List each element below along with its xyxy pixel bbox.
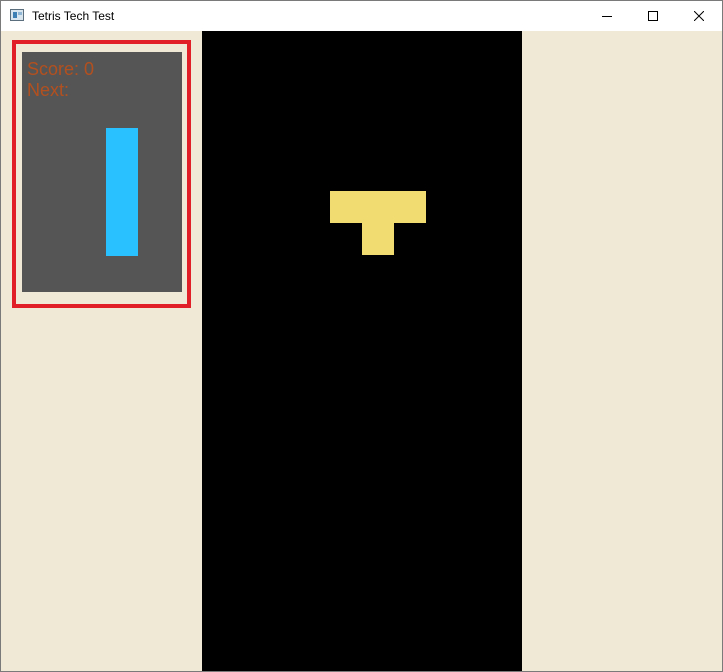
app-window-icon (10, 9, 24, 21)
active-piece-cell (362, 191, 394, 223)
active-piece-cell (394, 191, 426, 223)
maximize-button[interactable] (630, 1, 676, 31)
next-piece-preview (106, 128, 138, 256)
active-piece-cell (330, 191, 362, 223)
score-label: Score: 0 (27, 59, 95, 79)
minimize-button[interactable] (584, 1, 630, 31)
hud-panel-highlight: Score: 0 Next: (12, 40, 191, 308)
close-button[interactable] (676, 1, 722, 31)
active-piece-cell (362, 223, 394, 255)
window-title: Tetris Tech Test (32, 9, 115, 23)
game-client-area: Score: 0 Next: (1, 31, 722, 671)
maximize-icon (648, 11, 658, 21)
close-icon (694, 11, 704, 21)
next-label: Next: (27, 80, 70, 100)
game-board[interactable] (202, 31, 522, 671)
hud-info-box: Score: 0 Next: (22, 52, 182, 292)
title-bar[interactable]: Tetris Tech Test (1, 1, 722, 31)
game-window: Tetris Tech Test Score: 0 Next: (0, 0, 723, 672)
minimize-icon (602, 16, 612, 17)
